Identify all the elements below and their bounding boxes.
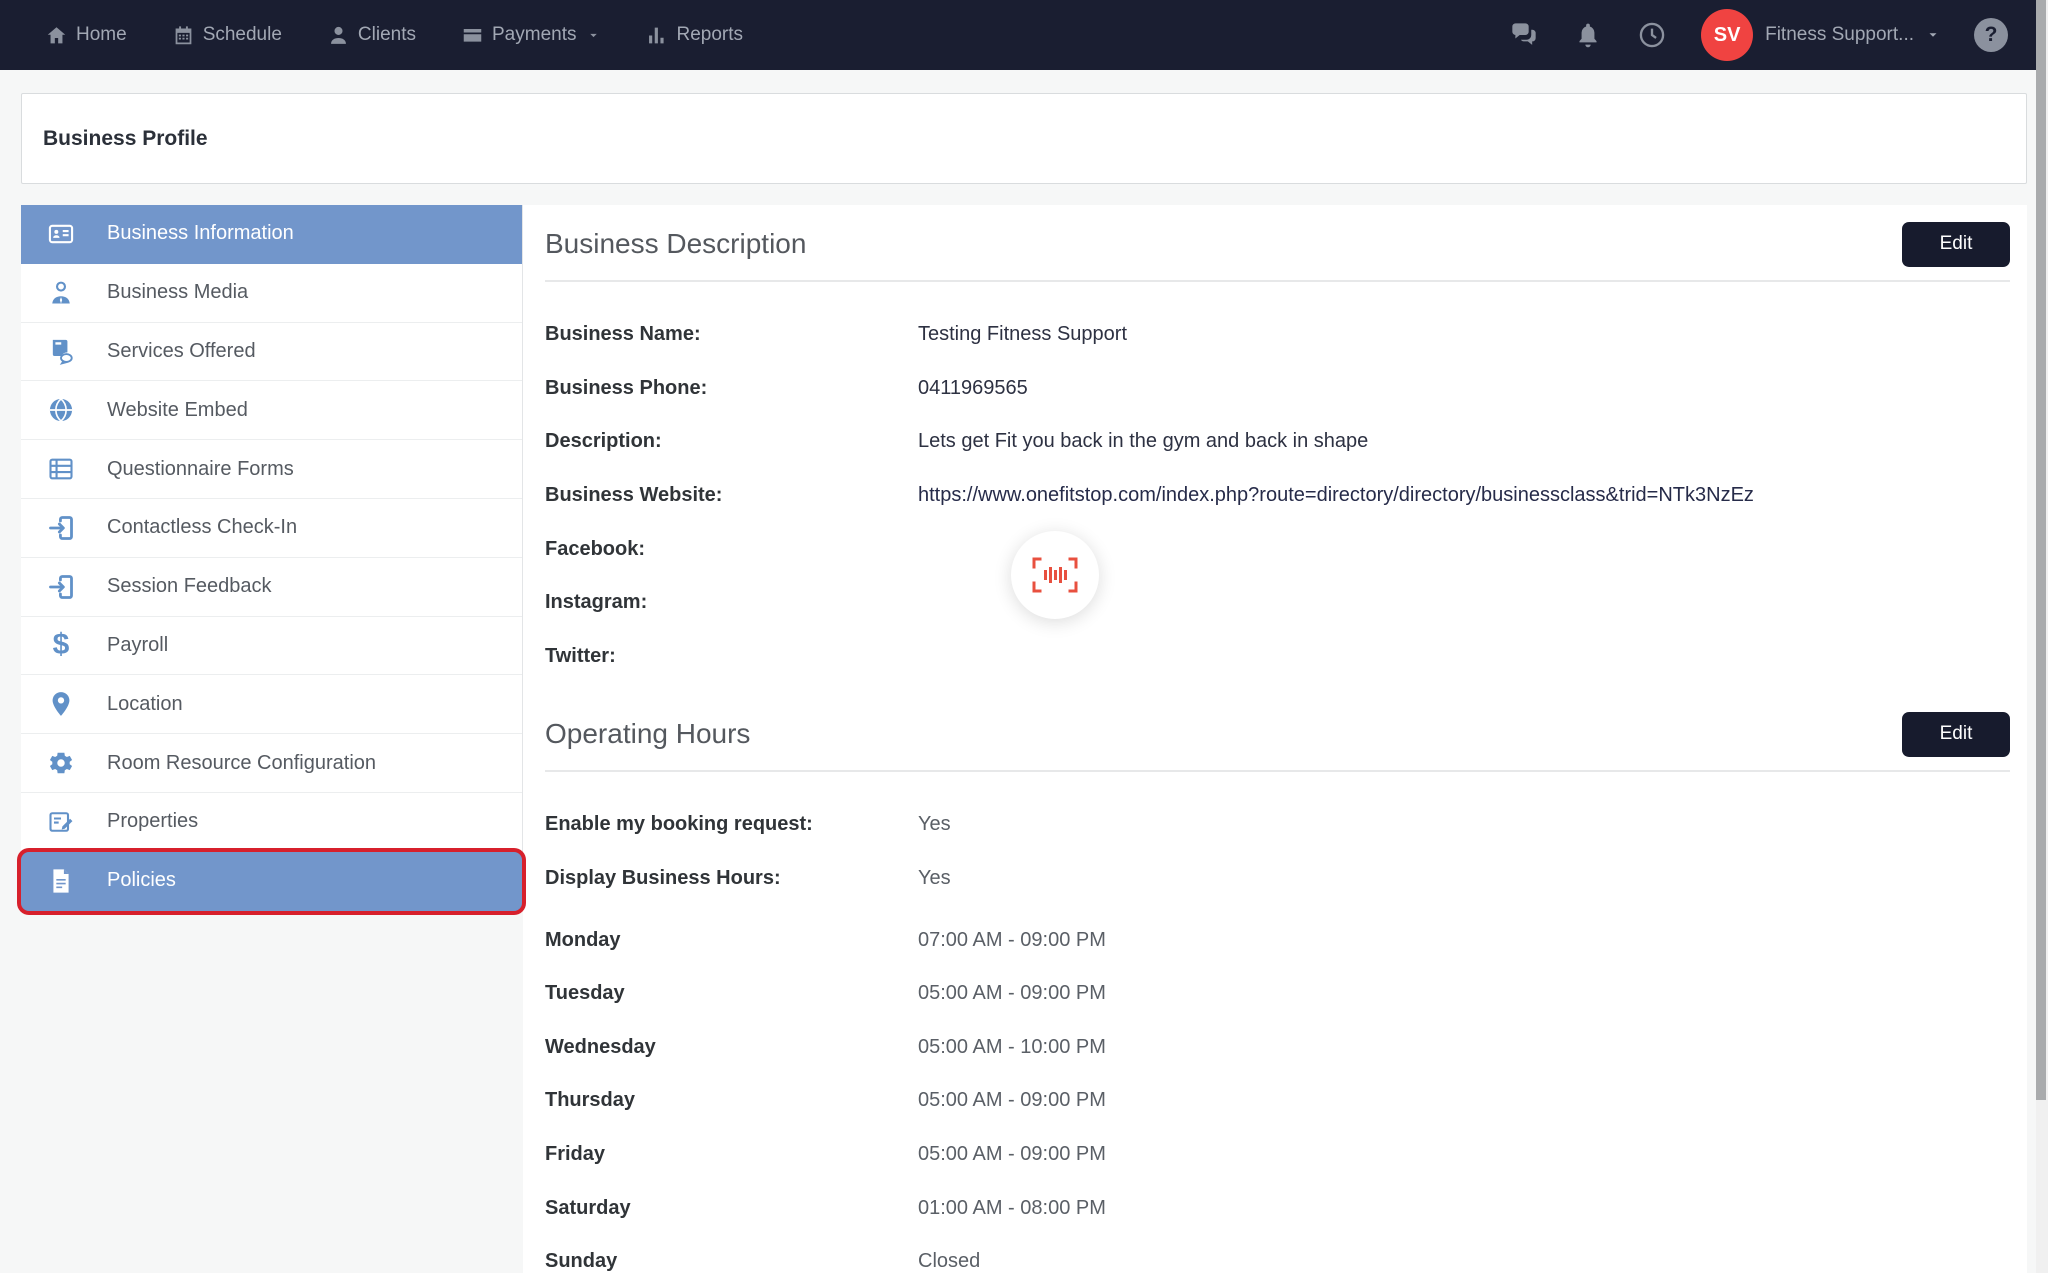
sign-in-icon <box>45 512 77 544</box>
dollar-icon: $ <box>45 629 77 661</box>
book-comment-icon <box>45 335 77 367</box>
edit-operating-hours-button[interactable]: Edit <box>1902 712 2010 757</box>
divider <box>545 770 2010 772</box>
gear-icon <box>45 747 77 779</box>
sidebar-item-label: Properties <box>107 810 198 833</box>
page-title-card: Business Profile <box>21 93 2027 184</box>
sidebar-item-label: Policies <box>107 869 176 892</box>
sign-in-icon <box>45 571 77 603</box>
avatar: SV <box>1701 9 1753 61</box>
field-wednesday-hours: Wednesday 05:00 AM - 10:00 PM <box>545 1021 2010 1075</box>
navbar-right: SV Fitness Support... ? <box>1509 9 2008 61</box>
calendar-icon <box>173 25 194 46</box>
sidebar-item-label: Payroll <box>107 634 168 657</box>
table-list-icon <box>45 453 77 485</box>
sidebar-item-services-offered[interactable]: Services Offered <box>21 323 522 382</box>
help-button[interactable]: ? <box>1974 18 2008 52</box>
nav-reports-label: Reports <box>676 24 743 46</box>
sidebar-item-label: Contactless Check-In <box>107 516 297 539</box>
field-sunday-hours: Sunday Closed <box>545 1235 2010 1273</box>
section-title: Operating Hours <box>545 718 750 750</box>
field-business-website: Business Website: https://www.onefitstop… <box>545 469 2010 523</box>
globe-icon <box>45 394 77 426</box>
sidebar-item-label: Room Resource Configuration <box>107 752 376 775</box>
notifications-button[interactable] <box>1573 20 1603 50</box>
sidebar-item-label: Business Media <box>107 281 248 304</box>
edit-business-description-button[interactable]: Edit <box>1902 222 2010 267</box>
sidebar-item-label: Website Embed <box>107 399 248 422</box>
map-pin-icon <box>45 688 77 720</box>
operating-hours-section: Operating Hours Edit Enable my booking r… <box>545 711 2010 1273</box>
business-description-section: Business Description Edit Business Name:… <box>545 221 2010 683</box>
divider <box>545 280 2010 282</box>
sidebar-item-contactless-check-in[interactable]: Contactless Check-In <box>21 499 522 558</box>
chat-icon <box>1510 21 1538 49</box>
sidebar-item-business-media[interactable]: Business Media <box>21 264 522 323</box>
pen-paper-icon <box>45 806 77 838</box>
sidebar-item-business-information[interactable]: Business Information <box>21 205 522 264</box>
field-business-phone: Business Phone: 0411969565 <box>545 362 2010 416</box>
sidebar-item-label: Location <box>107 693 183 716</box>
field-thursday-hours: Thursday 05:00 AM - 09:00 PM <box>545 1074 2010 1128</box>
history-button[interactable] <box>1637 20 1667 50</box>
sidebar-item-properties[interactable]: Properties <box>21 793 522 852</box>
sidebar-item-label: Services Offered <box>107 340 256 363</box>
person-icon <box>45 277 77 309</box>
profile-sidebar: Business Information Business Media Serv… <box>21 205 523 911</box>
page-title: Business Profile <box>43 127 208 151</box>
bell-icon <box>1574 21 1602 49</box>
nav-schedule[interactable]: Schedule <box>173 24 282 46</box>
field-business-name: Business Name: Testing Fitness Support <box>545 308 2010 362</box>
field-twitter: Twitter: <box>545 630 2010 684</box>
messages-button[interactable] <box>1509 20 1539 50</box>
field-display-business-hours: Display Business Hours: Yes <box>545 852 2010 906</box>
chevron-down-icon <box>1926 28 1940 42</box>
nav-reports[interactable]: Reports <box>646 24 743 46</box>
nav-home[interactable]: Home <box>46 24 127 46</box>
sidebar-item-location[interactable]: Location <box>21 675 522 734</box>
main-nav: Home Schedule Clients Payments Reports <box>46 24 743 46</box>
business-website-url[interactable]: https://www.onefitstop.com/index.php?rou… <box>918 484 1754 507</box>
home-icon <box>46 25 67 46</box>
scrollbar-thumb[interactable] <box>2036 0 2046 1100</box>
field-monday-hours: Monday 07:00 AM - 09:00 PM <box>545 913 2010 967</box>
user-name: Fitness Support... <box>1765 24 1914 46</box>
field-facebook: Facebook: <box>545 522 2010 576</box>
section-title: Business Description <box>545 228 806 260</box>
barcode-scan-icon <box>1032 557 1078 593</box>
user-icon <box>328 25 349 46</box>
scrollbar[interactable] <box>2036 0 2048 1273</box>
nav-clients-label: Clients <box>358 24 416 46</box>
user-menu[interactable]: SV Fitness Support... <box>1701 9 1940 61</box>
chevron-down-icon <box>587 29 600 42</box>
business-profile-panel: Business Description Edit Business Name:… <box>523 205 2027 1273</box>
sidebar-item-label: Questionnaire Forms <box>107 458 294 481</box>
sidebar-item-session-feedback[interactable]: Session Feedback <box>21 558 522 617</box>
field-instagram: Instagram: <box>545 576 2010 630</box>
file-icon <box>45 865 77 897</box>
sidebar-item-policies[interactable]: Policies <box>21 852 522 911</box>
sidebar-item-questionnaire-forms[interactable]: Questionnaire Forms <box>21 440 522 499</box>
nav-payments-label: Payments <box>492 24 576 46</box>
field-saturday-hours: Saturday 01:00 AM - 08:00 PM <box>545 1181 2010 1235</box>
bar-chart-icon <box>646 25 667 46</box>
sidebar-item-room-resource-configuration[interactable]: Room Resource Configuration <box>21 734 522 793</box>
sidebar-item-label: Session Feedback <box>107 575 272 598</box>
sidebar-item-label: Business Information <box>107 222 294 245</box>
sidebar-item-website-embed[interactable]: Website Embed <box>21 381 522 440</box>
clock-icon <box>1638 21 1666 49</box>
field-tuesday-hours: Tuesday 05:00 AM - 09:00 PM <box>545 967 2010 1021</box>
id-card-icon <box>45 218 77 250</box>
nav-home-label: Home <box>76 24 127 46</box>
nav-clients[interactable]: Clients <box>328 24 416 46</box>
credit-card-icon <box>462 25 483 46</box>
top-navbar: Home Schedule Clients Payments Reports <box>0 0 2048 70</box>
field-enable-booking-request: Enable my booking request: Yes <box>545 798 2010 852</box>
loading-spinner <box>1011 531 1099 619</box>
field-friday-hours: Friday 05:00 AM - 09:00 PM <box>545 1128 2010 1182</box>
nav-schedule-label: Schedule <box>203 24 282 46</box>
sidebar-item-payroll[interactable]: $ Payroll <box>21 617 522 676</box>
field-description: Description: Lets get Fit you back in th… <box>545 415 2010 469</box>
nav-payments[interactable]: Payments <box>462 24 600 46</box>
